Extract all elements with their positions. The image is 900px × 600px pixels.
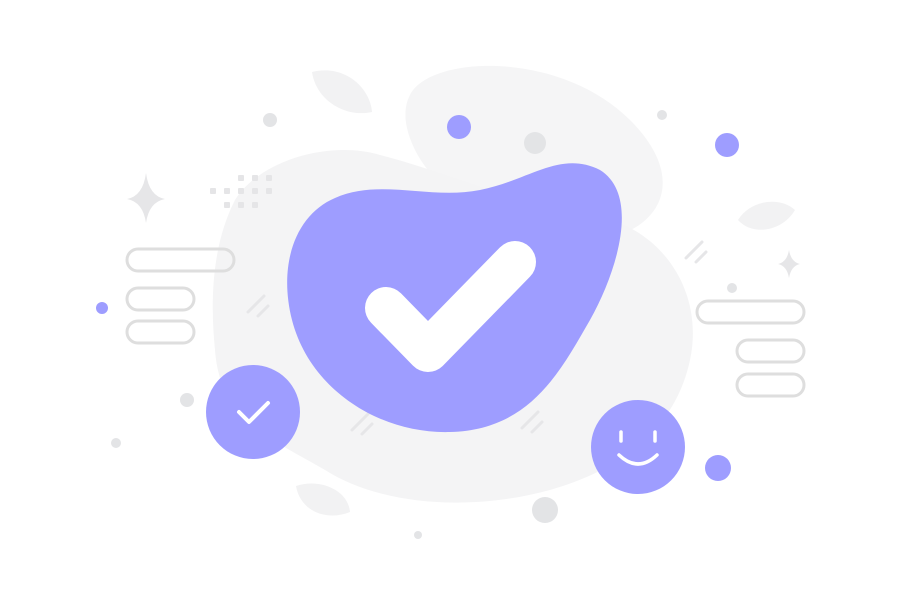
leaf-icon (296, 483, 350, 516)
sparkle-icon (127, 173, 165, 223)
text-lines-right (695, 299, 806, 398)
sparkle-icon (778, 250, 800, 278)
check-badge (206, 365, 300, 459)
leaf-icon (738, 201, 795, 230)
illustration-canvas (96, 65, 806, 539)
smile-icon (591, 400, 685, 494)
leaf-icon (312, 70, 372, 114)
success-illustration (0, 0, 900, 600)
